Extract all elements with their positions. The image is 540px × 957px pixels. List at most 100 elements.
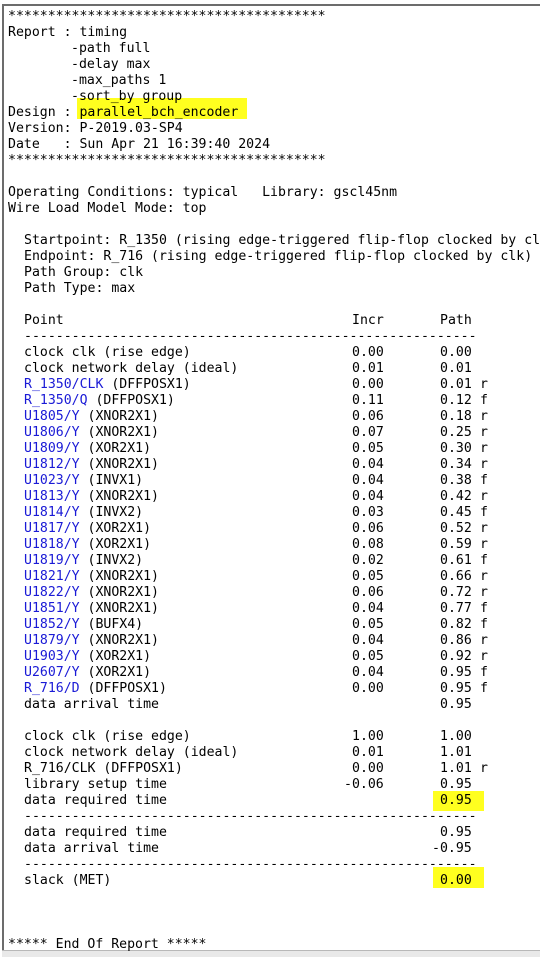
table-row: U1805/Y (XNOR2X1) <box>24 409 159 425</box>
slack-value: 0.00 <box>440 873 472 888</box>
pin-link[interactable]: R_1350/Q <box>24 393 88 408</box>
pin-link[interactable]: U1852/Y <box>24 617 80 632</box>
path-cell: 0.95 <box>440 777 472 792</box>
table-row: data required time <box>24 793 167 808</box>
table-row: U1819/Y (INVX2) <box>24 553 143 569</box>
incr-cell: 0.02 <box>352 553 384 568</box>
pin-link[interactable]: R_716/D <box>24 681 80 696</box>
pin-link[interactable]: U1819/Y <box>24 553 80 568</box>
end-of-report: ***** End Of Report ***** <box>8 937 207 952</box>
path-cell: 0.18 <box>440 409 472 424</box>
pin-link[interactable]: U1806/Y <box>24 425 80 440</box>
pin-link[interactable]: U1813/Y <box>24 489 80 504</box>
point-text: (XNOR2X1) <box>79 425 159 440</box>
path-cell: 0.01 <box>440 377 472 392</box>
pin-link[interactable]: U1822/Y <box>24 585 80 600</box>
edge-cell: r <box>480 537 488 552</box>
incr-cell: 0.00 <box>352 761 384 776</box>
path-cell: 0.38 <box>440 473 472 488</box>
incr-cell: 0.01 <box>352 361 384 376</box>
point-text: (BUFX4) <box>79 617 144 632</box>
incr-cell: 0.01 <box>352 745 384 760</box>
table-row: U2607/Y (XOR2X1) <box>24 665 151 681</box>
pin-link[interactable]: U1809/Y <box>24 441 80 456</box>
design-label: Design : <box>8 105 80 120</box>
col-header-path: Path <box>440 313 472 328</box>
pin-link[interactable]: U1818/Y <box>24 537 80 552</box>
edge-cell: f <box>480 601 488 616</box>
pin-link[interactable]: U1903/Y <box>24 649 80 664</box>
table-row: U1813/Y (XNOR2X1) <box>24 489 159 505</box>
path-group-line: Path Group: clk <box>24 265 144 280</box>
pin-link[interactable]: U1821/Y <box>24 569 80 584</box>
point-text: (XNOR2X1) <box>79 633 159 648</box>
incr-cell: 0.05 <box>352 649 384 664</box>
point-text: (XOR2X1) <box>79 537 152 552</box>
pin-link[interactable]: U1023/Y <box>24 473 80 488</box>
path-cell: 1.01 <box>440 761 472 776</box>
edge-cell: f <box>480 617 488 632</box>
incr-cell: 1.00 <box>352 729 384 744</box>
incr-cell: 0.04 <box>352 489 384 504</box>
table-row: U1903/Y (XOR2X1) <box>24 649 151 665</box>
point-text: (XOR2X1) <box>79 665 152 680</box>
path-cell: 1.01 <box>440 745 472 760</box>
table-row: U1852/Y (BUFX4) <box>24 617 143 633</box>
path-cell: 0.12 <box>440 393 472 408</box>
point-text: (XNOR2X1) <box>79 489 159 504</box>
point-text: (XNOR2X1) <box>79 601 159 616</box>
path-cell: 0.66 <box>440 569 472 584</box>
path-cell: 0.92 <box>440 649 472 664</box>
pin-link[interactable]: R_1350/CLK <box>24 377 103 392</box>
point-text: (DFFPOSX1) <box>87 393 175 408</box>
path-cell: 1.00 <box>440 729 472 744</box>
table-row: U1023/Y (INVX1) <box>24 473 143 489</box>
pin-link[interactable]: U2607/Y <box>24 665 80 680</box>
path-cell: -0.95 <box>432 841 472 856</box>
separator-3: ----------------------------------------… <box>24 857 477 872</box>
path-cell: 0.25 <box>440 425 472 440</box>
edge-cell: r <box>480 489 488 504</box>
point-text: (XOR2X1) <box>79 649 152 664</box>
option-path: -path full <box>71 41 151 56</box>
edge-cell: r <box>480 761 488 776</box>
incr-cell: 0.04 <box>352 457 384 472</box>
table-row: R_1350/CLK (DFFPOSX1) <box>24 377 191 393</box>
incr-cell: 0.04 <box>352 601 384 616</box>
table-row: U1851/Y (XNOR2X1) <box>24 601 159 617</box>
path-cell: 0.77 <box>440 601 472 616</box>
incr-cell: 0.03 <box>352 505 384 520</box>
path-cell: 0.00 <box>440 345 472 360</box>
incr-cell: 0.04 <box>352 473 384 488</box>
table-row: U1809/Y (XOR2X1) <box>24 441 151 457</box>
pin-link[interactable]: U1812/Y <box>24 457 80 472</box>
point-text: (XOR2X1) <box>79 441 152 456</box>
incr-cell: 0.11 <box>352 393 384 408</box>
table-row: clock network delay (ideal) <box>24 745 239 760</box>
path-cell: 0.72 <box>440 585 472 600</box>
point-text: (XNOR2X1) <box>79 569 159 584</box>
incr-cell: 0.05 <box>352 617 384 632</box>
option-sort-by: -sort_by group <box>71 89 183 104</box>
table-row: data required time <box>24 825 167 840</box>
pin-link[interactable]: U1805/Y <box>24 409 80 424</box>
pin-link[interactable]: U1851/Y <box>24 601 80 616</box>
version-line: Version: P-2019.03-SP4 <box>8 121 183 136</box>
table-row: R_1350/Q (DFFPOSX1) <box>24 393 175 409</box>
edge-cell: r <box>480 633 488 648</box>
pin-link[interactable]: U1814/Y <box>24 505 80 520</box>
point-text: clock clk (rise edge) <box>24 345 191 360</box>
incr-cell: 0.05 <box>352 569 384 584</box>
col-header-point: Point <box>24 313 64 328</box>
edge-cell: r <box>480 409 488 424</box>
pin-link[interactable]: U1879/Y <box>24 633 80 648</box>
incr-cell: 0.00 <box>352 681 384 696</box>
point-text: (XOR2X1) <box>79 521 152 536</box>
incr-cell: 0.00 <box>352 345 384 360</box>
incr-cell: 0.06 <box>352 409 384 424</box>
path-cell: 0.30 <box>440 441 472 456</box>
pin-link[interactable]: U1817/Y <box>24 521 80 536</box>
design-line: Design : parallel_bch_encoder <box>8 105 238 121</box>
table-row: data arrival time <box>24 697 159 713</box>
table-row: U1818/Y (XOR2X1) <box>24 537 151 553</box>
